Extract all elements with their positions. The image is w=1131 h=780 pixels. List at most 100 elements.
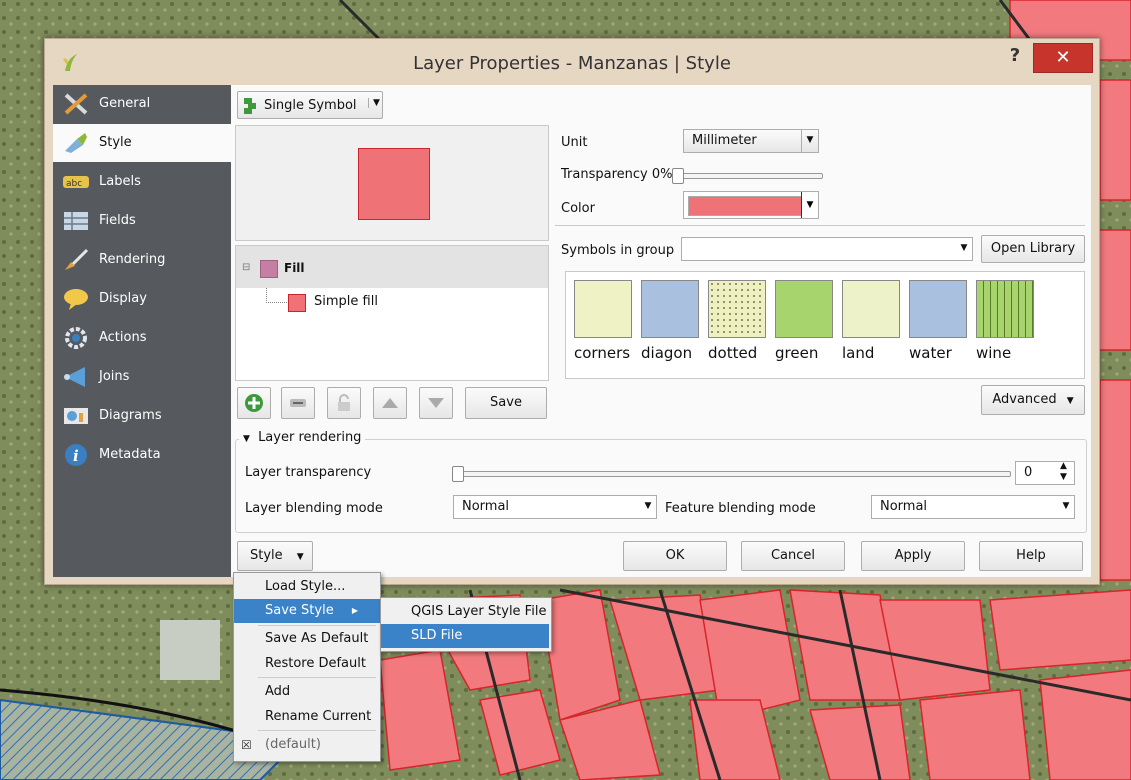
symbol-swatch-land[interactable] (842, 280, 900, 338)
layer-rendering-header[interactable]: ▼ Layer rendering (239, 430, 366, 445)
symbol-label: diagon (641, 344, 693, 362)
feature-blending-value: Normal (880, 499, 928, 514)
symbol-label: wine (976, 344, 1012, 362)
sidebar-item-fields[interactable]: Fields (53, 202, 231, 240)
sidebar-item-label: Actions (99, 330, 147, 345)
sidebar-item-label: Labels (99, 174, 141, 189)
symbol-swatch-green[interactable] (775, 280, 833, 338)
title-bar[interactable]: Layer Properties - Manzanas | Style ? ✕ (45, 39, 1099, 87)
color-button[interactable]: ▼ (683, 191, 819, 219)
cancel-button[interactable]: Cancel (741, 541, 845, 571)
collapse-icon[interactable]: ⊟ (242, 262, 250, 273)
help-footer-button[interactable]: Help (979, 541, 1083, 571)
move-down-button[interactable] (419, 387, 453, 419)
gear-icon (65, 327, 87, 349)
symbol-group-select[interactable]: ▼ (681, 237, 973, 261)
menu-separator (258, 730, 376, 731)
tree-row-fill[interactable]: ⊟ Fill (236, 246, 548, 288)
chevron-down-icon: ▼ (368, 98, 380, 108)
menu-item-load-style[interactable]: Load Style... (234, 575, 380, 599)
layer-transparency-value: 0 (1024, 465, 1033, 480)
minus-icon (290, 399, 306, 407)
transparency-label: Transparency 0% (561, 167, 673, 182)
sidebar-item-labels[interactable]: abc Labels (53, 163, 231, 201)
info-icon: i (65, 444, 87, 466)
brush-icon (65, 248, 89, 270)
save-symbol-button[interactable]: Save (465, 387, 547, 419)
symbol-swatch-diagonal[interactable] (641, 280, 699, 338)
add-symbol-layer-button[interactable] (237, 387, 271, 419)
sidebar-item-label: Fields (99, 213, 136, 228)
tree-child-label[interactable]: Simple fill (314, 294, 378, 309)
sidebar-item-diagrams[interactable]: Diagrams (53, 397, 231, 435)
submenu-arrow-icon: ▶ (351, 606, 358, 615)
lock-icon (338, 394, 350, 411)
menu-item-save-style[interactable]: Save Style ▶ (234, 599, 380, 623)
color-swatch (688, 196, 802, 216)
close-button[interactable]: ✕ (1033, 43, 1093, 73)
unit-label: Unit (561, 135, 588, 150)
symbol-swatch-wine[interactable] (976, 280, 1034, 338)
menu-item-add[interactable]: Add (234, 680, 380, 704)
sidebar: General Style abc Labels Fields Renderin… (53, 85, 231, 577)
menu-item-default-style[interactable]: ☒ (default) (234, 733, 380, 757)
symbol-library-grid[interactable]: corners diagon dotted green land water wine (565, 271, 1085, 379)
sidebar-item-display[interactable]: Display (53, 280, 231, 318)
lock-layer-button[interactable] (327, 387, 361, 419)
sidebar-item-metadata[interactable]: i Metadata (53, 436, 231, 474)
symbols-in-group-label: Symbols in group (561, 243, 675, 258)
join-icon (64, 367, 85, 387)
symbol-label: dotted (708, 344, 758, 362)
layer-transparency-spinbox[interactable]: 0 ▲ ▼ (1015, 461, 1075, 485)
submenu-item-qgis-style[interactable]: QGIS Layer Style File (381, 600, 549, 624)
checkbox-checked-icon: ☒ (241, 738, 252, 752)
renderer-combo[interactable]: Single Symbol ▼ (237, 91, 383, 119)
sidebar-item-rendering[interactable]: Rendering (53, 241, 231, 279)
ok-button[interactable]: OK (623, 541, 727, 571)
chevron-down-icon: ▼ (960, 243, 968, 253)
menu-item-save-as-default[interactable]: Save As Default (234, 627, 380, 651)
symbol-swatch-water[interactable] (909, 280, 967, 338)
symbol-swatch-corners[interactable] (574, 280, 632, 338)
unit-value: Millimeter (692, 133, 757, 148)
menu-separator (258, 625, 376, 626)
style-menu-button[interactable]: Style ▼ (237, 541, 313, 571)
tree-connector (266, 288, 287, 303)
advanced-label: Advanced (992, 392, 1057, 407)
advanced-button[interactable]: Advanced ▼ (981, 385, 1085, 415)
sidebar-item-label: Rendering (99, 252, 166, 267)
layer-transparency-slider[interactable] (452, 466, 1011, 482)
slider-handle[interactable] (672, 168, 684, 184)
move-up-button[interactable] (373, 387, 407, 419)
chevron-down-icon: ▼ (801, 130, 818, 152)
apply-button[interactable]: Apply (861, 541, 965, 571)
feature-blending-select[interactable]: Normal ▼ (871, 495, 1075, 519)
simple-fill-icon (288, 294, 306, 312)
sidebar-item-joins[interactable]: Joins (53, 358, 231, 396)
menu-item-rename-current[interactable]: Rename Current (234, 705, 380, 729)
symbol-transparency-slider[interactable] (672, 168, 823, 184)
slider-handle[interactable] (452, 466, 464, 482)
layer-blending-select[interactable]: Normal ▼ (453, 495, 657, 519)
layer-blending-value: Normal (462, 499, 510, 514)
spinner-arrows-icon[interactable]: ▲ ▼ (1060, 461, 1067, 483)
tools-icon (64, 93, 88, 115)
symbol-layer-tree[interactable]: ⊟ Fill Simple fill (235, 245, 549, 381)
open-library-button[interactable]: Open Library (981, 235, 1085, 263)
sidebar-item-style[interactable]: Style (53, 124, 231, 162)
sidebar-item-general[interactable]: General (53, 85, 231, 123)
help-button[interactable]: ? (1001, 45, 1029, 69)
unit-select[interactable]: Millimeter ▼ (683, 129, 819, 153)
menu-item-restore-default[interactable]: Restore Default (234, 652, 380, 676)
sidebar-item-label: Diagrams (99, 408, 162, 423)
layer-transparency-label: Layer transparency (245, 465, 372, 480)
remove-symbol-layer-button[interactable] (281, 387, 315, 419)
symbol-label: corners (574, 344, 631, 362)
style-panel: Single Symbol ▼ ⊟ Fill Simple fill Save … (231, 85, 1091, 577)
submenu-item-sld-file[interactable]: SLD File (381, 624, 549, 648)
chevron-down-icon: ▼ (1066, 396, 1074, 406)
paintbrush-icon (65, 133, 87, 153)
sidebar-item-actions[interactable]: Actions (53, 319, 231, 357)
save-style-submenu: QGIS Layer Style File SLD File (380, 597, 552, 652)
symbol-swatch-dotted[interactable] (708, 280, 766, 338)
